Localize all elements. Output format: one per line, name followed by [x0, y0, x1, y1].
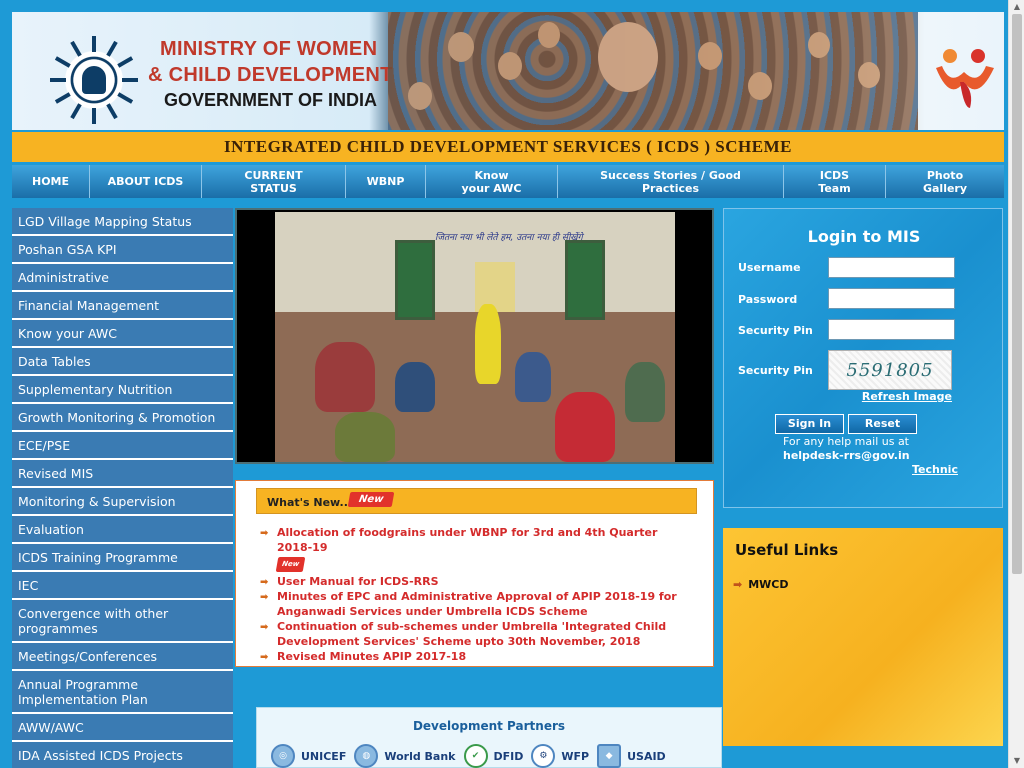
- nav-know-your-awc[interactable]: Know your AWC: [426, 165, 558, 198]
- whats-new-panel: What's New... New ➡ Allocation of foodgra…: [235, 480, 714, 667]
- password-input[interactable]: [828, 288, 955, 309]
- development-partners: Development Partners ◎ UNICEF ◍ World Bank…: [256, 707, 722, 768]
- whats-new-header: What's New... New: [256, 488, 697, 514]
- password-label: Password: [738, 293, 798, 306]
- gear-icon: ⚙: [531, 744, 556, 768]
- sidebar-item-icds-training[interactable]: ICDS Training Programme: [12, 544, 233, 572]
- scroll-up-icon[interactable]: ▲: [1009, 0, 1024, 14]
- technical-marquee-link[interactable]: Technic: [912, 463, 958, 476]
- login-panel: Login to MIS Username Password Security …: [723, 208, 1003, 508]
- scheme-banner: INTEGRATED CHILD DEVELOPMENT SERVICES ( …: [12, 132, 1004, 162]
- shield-icon: ◆: [597, 744, 622, 768]
- new-badge: New: [275, 557, 306, 572]
- scrollbar-thumb[interactable]: [1012, 14, 1022, 574]
- nav-current-status[interactable]: CURRENT STATUS: [202, 165, 346, 198]
- news-list: ➡ Allocation of foodgrains under WBNP for…: [260, 525, 690, 664]
- slideshow-image: जितना नया भी लेते हम, उतना नया ही सीखेंग…: [275, 212, 675, 462]
- refresh-image-link[interactable]: Refresh Image: [862, 390, 952, 403]
- username-input[interactable]: [828, 257, 955, 278]
- sign-in-button[interactable]: Sign In: [775, 414, 844, 434]
- sidebar-item-meetings-conferences[interactable]: Meetings/Conferences: [12, 643, 233, 671]
- sidebar-item-growth-monitoring[interactable]: Growth Monitoring & Promotion: [12, 404, 233, 432]
- partner-usaid[interactable]: ◆ USAID: [597, 744, 666, 768]
- sidebar-item-annual-programme[interactable]: Annual Programme Implementation Plan: [12, 671, 233, 714]
- arrow-right-icon: ➡: [260, 652, 269, 663]
- arrow-right-icon: ➡: [733, 578, 743, 591]
- useful-links-title: Useful Links: [735, 541, 839, 559]
- header-children-photo: [388, 12, 918, 130]
- sidebar-item-lgd-village-mapping[interactable]: LGD Village Mapping Status: [12, 208, 233, 236]
- sidebar-item-monitoring-supervision[interactable]: Monitoring & Supervision: [12, 488, 233, 516]
- security-pin-label: Security Pin: [738, 324, 813, 337]
- useful-links-panel: Useful Links ➡ MWCD: [723, 528, 1003, 746]
- partner-world-bank[interactable]: ◍ World Bank: [354, 744, 456, 768]
- partner-wfp[interactable]: ⚙ WFP: [531, 744, 589, 768]
- arrow-right-icon: ➡: [260, 622, 269, 633]
- sidebar-item-revised-mis[interactable]: Revised MIS: [12, 460, 233, 488]
- main-nav: HOME ABOUT ICDS CURRENT STATUS WBNP Know…: [12, 165, 1004, 198]
- sidebar-item-supplementary-nutrition[interactable]: Supplementary Nutrition: [12, 376, 233, 404]
- captcha-image: 5591805: [828, 350, 952, 390]
- wcd-logo-icon: [936, 49, 994, 108]
- news-item[interactable]: ➡ Continuation of sub-schemes under Umbre…: [260, 619, 690, 649]
- sidebar-item-data-tables[interactable]: Data Tables: [12, 348, 233, 376]
- sidebar-item-ece-pse[interactable]: ECE/PSE: [12, 432, 233, 460]
- help-email-link[interactable]: helpdesk-rrs@gov.in: [783, 449, 910, 462]
- login-title: Login to MIS: [807, 227, 921, 246]
- sidebar-item-convergence[interactable]: Convergence with other programmes: [12, 600, 233, 643]
- security-pin-input[interactable]: [828, 319, 955, 340]
- username-label: Username: [738, 261, 801, 274]
- scroll-down-icon[interactable]: ▼: [1009, 754, 1024, 768]
- sidebar-menu: LGD Village Mapping Status Poshan GSA KP…: [12, 208, 233, 768]
- check-icon: ✔: [463, 744, 488, 768]
- partner-unicef[interactable]: ◎ UNICEF: [271, 744, 346, 768]
- sidebar-item-iec[interactable]: IEC: [12, 572, 233, 600]
- government-title: GOVERNMENT OF INDIA: [164, 90, 378, 110]
- new-badge: New: [347, 492, 395, 507]
- un-emblem-icon: ◎: [271, 744, 295, 768]
- ministry-title-line1: MINISTRY OF WOMEN: [160, 38, 378, 60]
- news-item[interactable]: ➡ Allocation of foodgrains under WBNP for…: [260, 525, 690, 572]
- whats-new-title: What's New...: [267, 496, 353, 509]
- sidebar-item-poshan-gsa-kpi[interactable]: Poshan GSA KPI: [12, 236, 233, 264]
- sidebar-item-ida-assisted[interactable]: IDA Assisted ICDS Projects: [12, 742, 233, 768]
- ministry-emblem-icon: [46, 32, 142, 128]
- help-text: For any help mail us at: [783, 435, 909, 448]
- sidebar-item-know-your-awc[interactable]: Know your AWC: [12, 320, 233, 348]
- news-item[interactable]: ➡ User Manual for ICDS-RRS: [260, 574, 690, 589]
- sidebar-item-administrative[interactable]: Administrative: [12, 264, 233, 292]
- site-header: MINISTRY OF WOMEN & CHILD DEVELOPMENT GO…: [12, 12, 1004, 130]
- slide-hindi-caption: जितना नया भी लेते हम, उतना नया ही सीखेंग…: [435, 233, 583, 243]
- captcha-label: Security Pin: [738, 364, 813, 377]
- arrow-right-icon: ➡: [260, 577, 269, 588]
- reset-button[interactable]: Reset: [848, 414, 917, 434]
- nav-photo-gallery[interactable]: Photo Gallery: [886, 165, 1004, 198]
- partner-dfid[interactable]: ✔ DFID: [463, 744, 523, 768]
- partners-title: Development Partners: [412, 719, 566, 733]
- partners-logos: ◎ UNICEF ◍ World Bank ✔ DFID ⚙ WFP ◆ USAID: [271, 744, 666, 768]
- arrow-right-icon: ➡: [260, 592, 269, 603]
- nav-home[interactable]: HOME: [12, 165, 90, 198]
- sidebar-item-aww-awc[interactable]: AWW/AWC: [12, 714, 233, 742]
- nav-wbnp[interactable]: WBNP: [346, 165, 426, 198]
- vertical-scrollbar[interactable]: ▲ ▼: [1008, 0, 1024, 768]
- globe-icon: ◍: [354, 744, 379, 768]
- news-item[interactable]: ➡ Minutes of EPC and Administrative Appro…: [260, 589, 690, 619]
- nav-about-icds[interactable]: ABOUT ICDS: [90, 165, 202, 198]
- nav-icds-team[interactable]: ICDS Team: [784, 165, 886, 198]
- sidebar-item-evaluation[interactable]: Evaluation: [12, 516, 233, 544]
- useful-link-mwcd[interactable]: ➡ MWCD: [733, 578, 789, 591]
- nav-success-stories[interactable]: Success Stories / Good Practices: [558, 165, 784, 198]
- sidebar-item-financial-management[interactable]: Financial Management: [12, 292, 233, 320]
- page: MINISTRY OF WOMEN & CHILD DEVELOPMENT GO…: [0, 0, 1008, 768]
- news-item[interactable]: ➡ Revised Minutes APIP 2017-18: [260, 649, 690, 664]
- photo-slideshow[interactable]: जितना नया भी लेते हम, उतना नया ही सीखेंग…: [235, 208, 714, 464]
- ministry-title-line2: & CHILD DEVELOPMENT: [148, 64, 393, 86]
- arrow-right-icon: ➡: [260, 528, 269, 539]
